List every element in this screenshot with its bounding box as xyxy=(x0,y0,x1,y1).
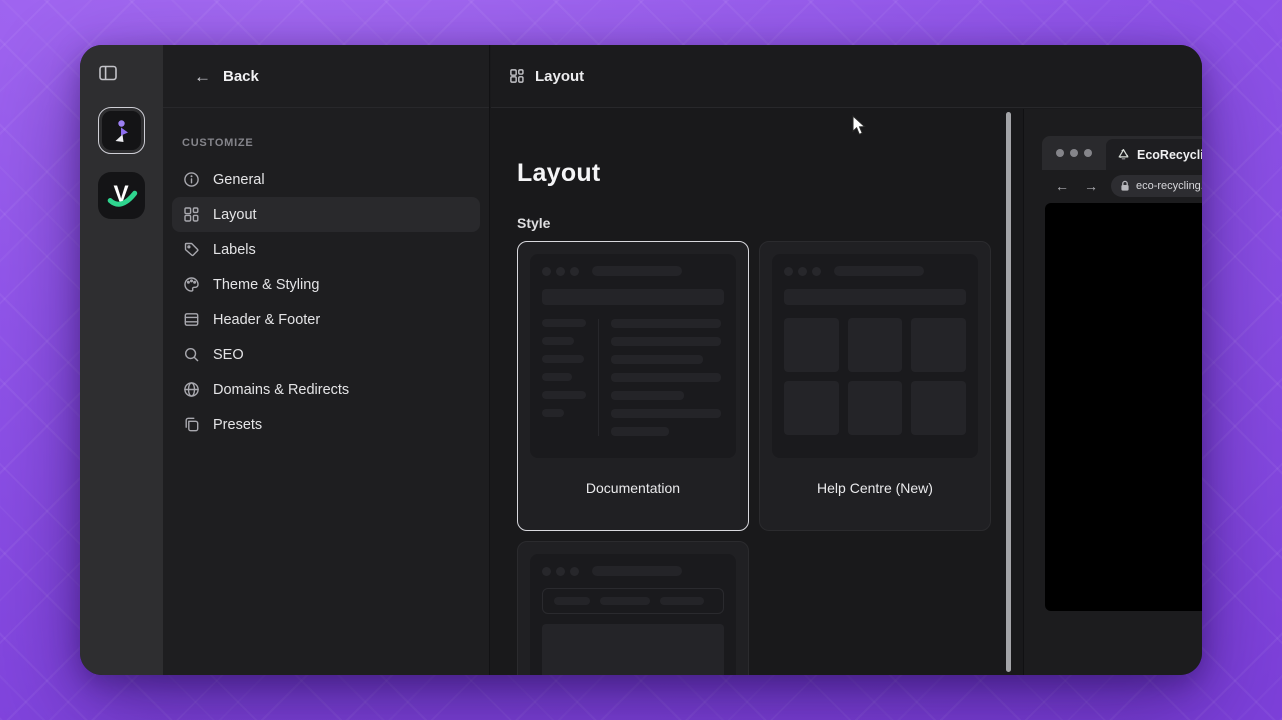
address-bar[interactable]: eco-recycling.ins xyxy=(1111,175,1202,197)
search-icon xyxy=(183,346,200,363)
style-section-label: Style xyxy=(517,215,551,231)
workspace-current[interactable] xyxy=(98,107,145,154)
sidebar-item-presets[interactable]: Presets xyxy=(172,407,480,442)
sidebar-item-label: Header & Footer xyxy=(213,311,321,328)
browser-tabbar: EcoRecycli xyxy=(1042,136,1202,170)
presets-icon xyxy=(183,416,200,433)
cursor-brand-icon xyxy=(115,119,128,142)
sidebar-item-header-footer[interactable]: Header & Footer xyxy=(172,302,480,337)
header-footer-icon xyxy=(183,311,200,328)
style-card-label: Help Centre (New) xyxy=(817,480,933,496)
style-card-preview xyxy=(772,254,978,458)
content-topbar: Layout xyxy=(491,45,1202,108)
topbar-title: Layout xyxy=(535,67,585,85)
traffic-dot xyxy=(1084,149,1092,157)
style-options: Documentation Help Centre (New) xyxy=(517,241,991,675)
browser-forward-icon[interactable]: → xyxy=(1084,179,1098,193)
settings-content: Layout Style Documentation Help Centre (N… xyxy=(491,109,1007,675)
traffic-lights xyxy=(1042,136,1106,170)
workspace-v[interactable]: V xyxy=(98,172,145,219)
sidebar-item-label: Domains & Redirects xyxy=(213,381,350,398)
style-card-help-centre-new[interactable]: Help Centre (New) xyxy=(759,241,991,531)
sidebar-item-layout[interactable]: Layout xyxy=(172,197,480,232)
settings-sidebar: ← Back CUSTOMIZE General Layout Labels Them… xyxy=(163,45,490,675)
back-arrow-icon: ← xyxy=(194,66,211,86)
traffic-dot xyxy=(1070,149,1078,157)
v-check-brand-icon: V xyxy=(107,180,137,207)
sidebar-item-label: SEO xyxy=(213,346,244,363)
layout-grid-icon xyxy=(510,69,524,83)
preview-page-content xyxy=(1045,203,1202,611)
sidebar-item-label: Layout xyxy=(213,206,257,223)
workspace-rail: V xyxy=(80,45,163,675)
sidebar-item-general[interactable]: General xyxy=(172,162,480,197)
sidebar-item-domains-redirects[interactable]: Domains & Redirects xyxy=(172,372,480,407)
tab-title: EcoRecycli xyxy=(1137,147,1202,162)
recycle-icon xyxy=(1118,149,1129,160)
browser-tab[interactable]: EcoRecycli xyxy=(1106,139,1202,170)
sidebar-item-label: General xyxy=(213,171,265,188)
style-card-label: Documentation xyxy=(585,480,681,496)
sidebar-item-label: Labels xyxy=(213,241,256,258)
info-icon xyxy=(183,171,200,188)
customize-section-label: CUSTOMIZE xyxy=(182,137,254,149)
lock-icon xyxy=(1121,180,1129,191)
browser-mockup: EcoRecycli ← → eco-recycling.ins xyxy=(1042,136,1202,611)
layout-grid-icon xyxy=(183,206,200,223)
sidebar-item-label: Presets xyxy=(213,416,263,433)
app-window: V ← Back CUSTOMIZE General Layout Labels Th… xyxy=(80,45,1202,675)
browser-back-icon[interactable]: ← xyxy=(1055,179,1069,193)
back-button[interactable]: ← Back xyxy=(163,45,489,108)
globe-icon xyxy=(183,381,200,398)
browser-navrow: ← → eco-recycling.ins xyxy=(1042,170,1202,202)
site-preview-panel: EcoRecycli ← → eco-recycling.ins xyxy=(1023,109,1202,675)
sidebar-item-theme-styling[interactable]: Theme & Styling xyxy=(172,267,480,302)
style-card-documentation[interactable]: Documentation xyxy=(517,241,749,531)
panel-left-icon[interactable] xyxy=(98,63,118,83)
back-label: Back xyxy=(223,67,259,85)
address-url: eco-recycling.ins xyxy=(1136,180,1202,192)
traffic-dot xyxy=(1056,149,1064,157)
style-card-preview xyxy=(530,254,736,458)
style-card-preview xyxy=(530,554,736,675)
page-title: Layout xyxy=(517,159,601,187)
sidebar-item-labels[interactable]: Labels xyxy=(172,232,480,267)
sidebar-item-seo[interactable]: SEO xyxy=(172,337,480,372)
palette-icon xyxy=(183,276,200,293)
tag-icon xyxy=(183,241,200,258)
vertical-scrollbar[interactable] xyxy=(1006,112,1011,672)
sidebar-item-label: Theme & Styling xyxy=(213,276,320,293)
style-card-nav-clipped[interactable] xyxy=(517,541,749,675)
